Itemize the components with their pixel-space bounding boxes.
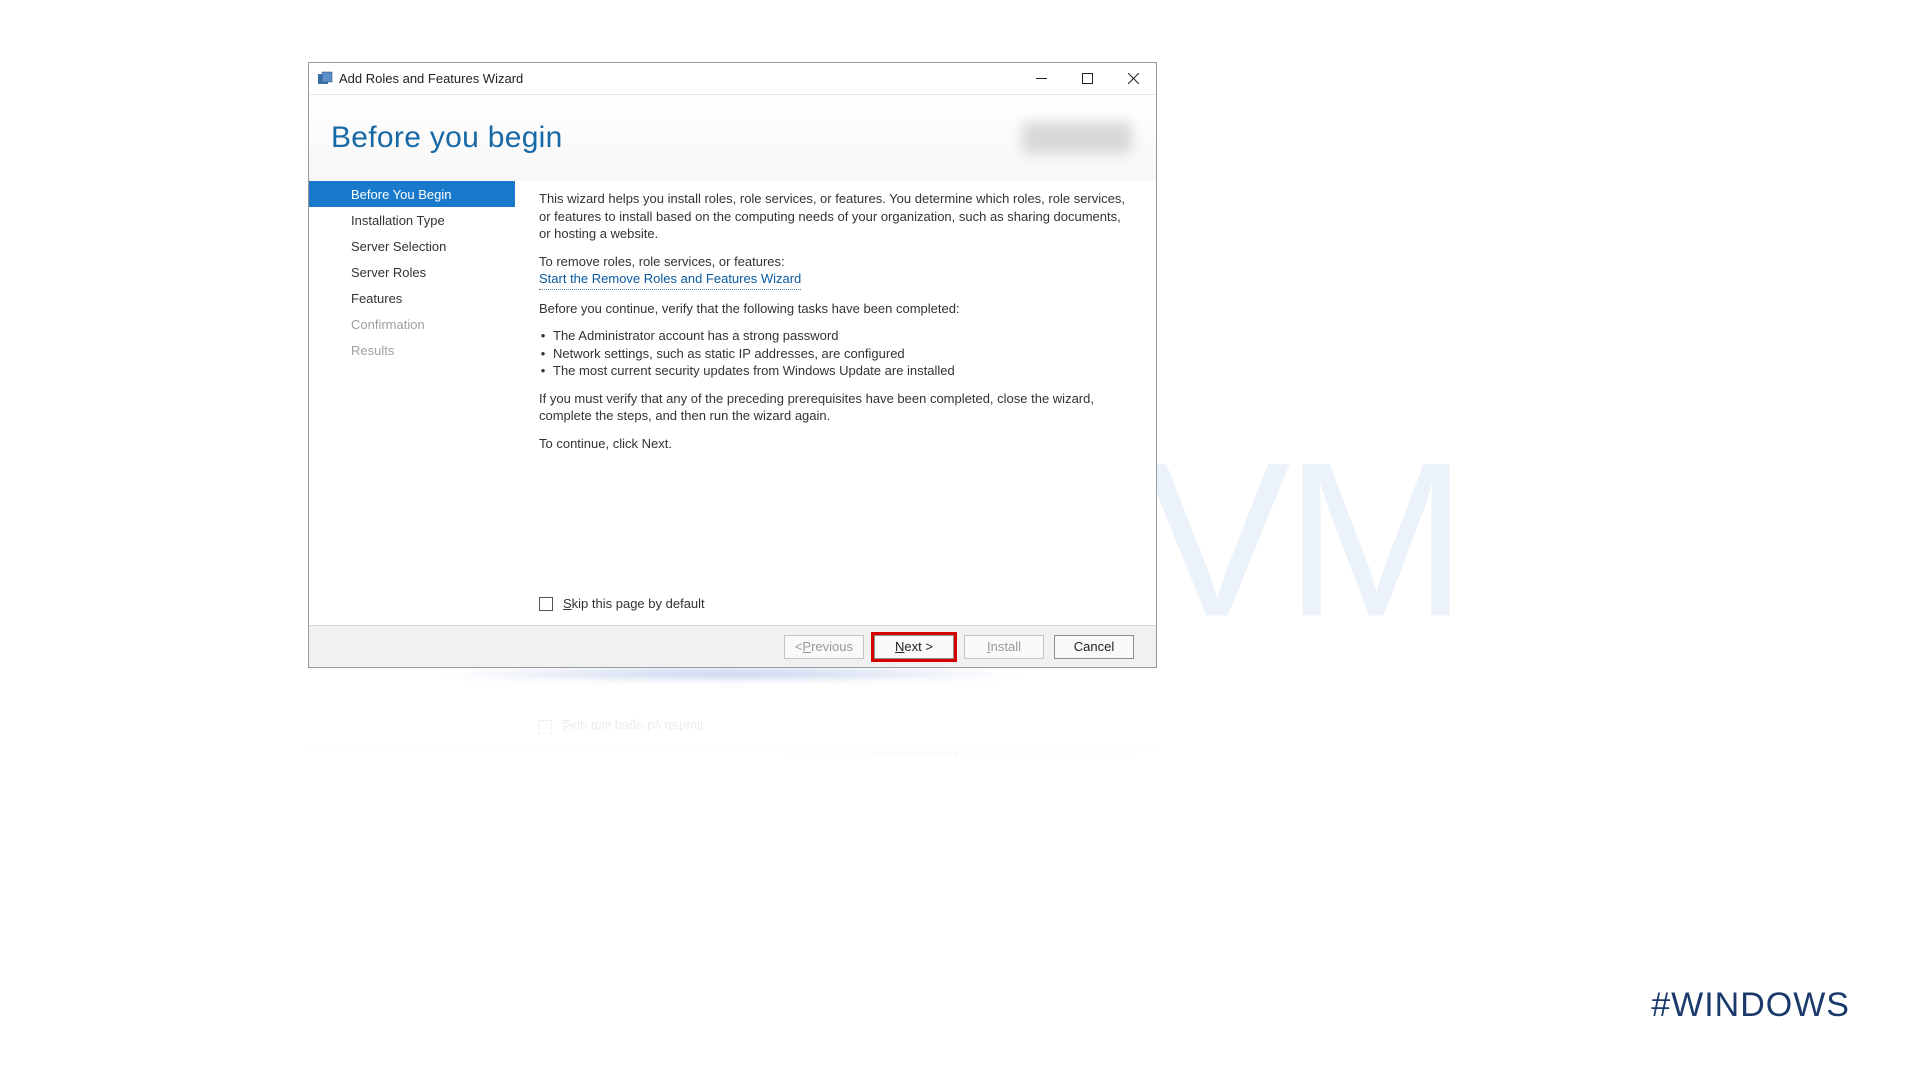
maximize-button[interactable] [1064,64,1110,94]
nav-server-selection[interactable]: Server Selection [309,233,515,259]
wizard-body: Before You Begin Installation Type Serve… [309,181,1156,625]
nav-installation-type[interactable]: Installation Type [309,207,515,233]
content-panel: This wizard helps you install roles, rol… [515,181,1156,625]
install-button: Install [964,635,1044,659]
prereq-list: •The Administrator account has a strong … [539,327,1134,380]
page-title: Before you begin [331,121,563,155]
nav-results: Results [309,337,515,363]
nav-before-you-begin[interactable]: Before You Begin [309,181,515,207]
list-item: •Network settings, such as static IP add… [539,345,1134,363]
cancel-button[interactable]: Cancel [1054,635,1134,659]
window-controls [1018,64,1156,94]
page-header: Before you begin [309,95,1156,181]
skip-row: Skip this page by default [539,595,1134,613]
nav-features[interactable]: Features [309,285,515,311]
intro-text: This wizard helps you install roles, rol… [539,190,1134,243]
after-bullets-text: If you must verify that any of the prece… [539,390,1134,425]
list-item: •The most current security updates from … [539,362,1134,380]
minimize-button[interactable] [1018,64,1064,94]
button-footer: < Previous Next > Install Cancel [309,625,1156,667]
skip-checkbox[interactable] [539,597,553,611]
previous-button: < Previous [784,635,864,659]
hashtag-label: #WINDOWS [1651,986,1850,1025]
title-bar: Add Roles and Features Wizard [309,63,1156,95]
next-button[interactable]: Next > [874,635,954,659]
skip-label: Skip this page by default [563,595,705,613]
close-button[interactable] [1110,64,1156,94]
wizard-window: Add Roles and Features Wizard Before you… [308,62,1157,668]
nav-sidebar: Before You Begin Installation Type Serve… [309,181,515,625]
nav-confirmation: Confirmation [309,311,515,337]
nav-server-roles[interactable]: Server Roles [309,259,515,285]
window-title: Add Roles and Features Wizard [339,71,523,86]
remove-heading: To remove roles, role services, or featu… [539,253,1134,271]
list-item: •The Administrator account has a strong … [539,327,1134,345]
verify-heading: Before you continue, verify that the fol… [539,300,1134,318]
continue-text: To continue, click Next. [539,435,1134,453]
destination-server-blurred [1022,122,1132,154]
title-bar-left: Add Roles and Features Wizard [317,71,523,87]
remove-wizard-link[interactable]: Start the Remove Roles and Features Wiza… [539,270,801,290]
app-icon [317,71,333,87]
